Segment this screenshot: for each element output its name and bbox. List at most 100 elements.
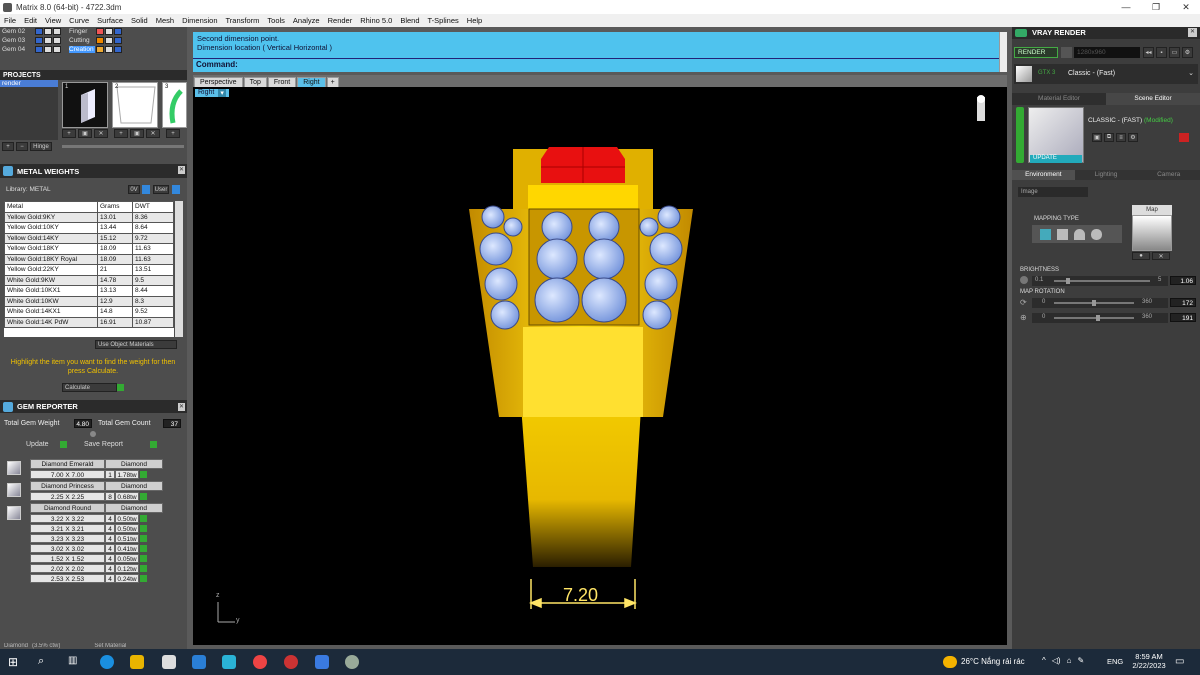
add-tab-icon[interactable]: +: [326, 77, 339, 87]
map-load-icon[interactable]: ●: [1132, 252, 1150, 260]
speaker-icon[interactable]: ◁): [1052, 656, 1061, 665]
mapping-planar-icon[interactable]: [1040, 228, 1051, 240]
tray-chevron-icon[interactable]: ^: [1042, 656, 1046, 665]
tab-environment[interactable]: Environment: [1012, 170, 1075, 180]
pen-icon[interactable]: ✎: [1077, 656, 1084, 665]
stop-icon[interactable]: ▪: [1156, 47, 1167, 58]
weather-icon[interactable]: [943, 656, 957, 668]
menu-tsplines[interactable]: T-Splines: [424, 16, 463, 25]
tab-top[interactable]: Top: [243, 77, 267, 87]
project-thumb-1[interactable]: 1: [62, 82, 108, 128]
project-thumb-3[interactable]: 3: [162, 82, 187, 128]
menu-curve[interactable]: Curve: [65, 16, 93, 25]
metal-row[interactable]: White Gold:14K PdW 16.91 10.87: [4, 316, 174, 328]
user-toggle-check[interactable]: [172, 185, 180, 194]
save-report-button[interactable]: Save Report: [84, 441, 123, 448]
language-indicator[interactable]: ENG: [1107, 657, 1123, 666]
delete-icon[interactable]: ✕: [94, 129, 108, 138]
mapping-box-icon[interactable]: [1057, 228, 1068, 240]
delete-icon[interactable]: ✕: [146, 129, 160, 138]
project-item[interactable]: render: [0, 80, 58, 87]
search-icon[interactable]: ⌕: [38, 655, 52, 669]
tab-lighting[interactable]: Lighting: [1074, 170, 1138, 180]
menu-dimension[interactable]: Dimension: [178, 16, 221, 25]
metal-row[interactable]: White Gold:14KX1 14.8 9.52: [4, 306, 174, 318]
menu-file[interactable]: File: [0, 16, 20, 25]
close-button[interactable]: ✕: [1172, 0, 1200, 14]
copy-icon[interactable]: ⧉: [1104, 133, 1114, 142]
file-explorer-icon[interactable]: [130, 655, 144, 669]
settings-icon[interactable]: ⚙: [1128, 133, 1138, 142]
chrome-icon[interactable]: [253, 655, 267, 669]
maximize-button[interactable]: ❐: [1142, 0, 1170, 14]
minimize-button[interactable]: —: [1112, 0, 1140, 14]
start-icon[interactable]: ⊞: [8, 655, 22, 669]
menu-transform[interactable]: Transform: [222, 16, 264, 25]
rotation-h-slider[interactable]: 0 360: [1032, 298, 1168, 308]
gem-row[interactable]: 2.25 X 2.25 8 0.68tw: [30, 491, 147, 501]
viewport[interactable]: Right ▾ 7.20 z y: [193, 87, 1007, 645]
calculate-go-icon[interactable]: [117, 384, 124, 391]
delete-material-icon[interactable]: [1179, 133, 1189, 142]
metal-row[interactable]: Yellow Gold:10KY 13.44 8.64: [4, 222, 174, 234]
task-view-icon[interactable]: ▥: [68, 655, 82, 669]
gem-layer-row[interactable]: Gem 02 Finger: [2, 27, 122, 35]
window-icon[interactable]: ▭: [1169, 47, 1180, 58]
preset-selector[interactable]: GTX 3 Classic - (Fast) ⌄: [1014, 64, 1198, 84]
list-icon[interactable]: ≡: [1116, 133, 1126, 142]
panel-close-icon[interactable]: ✕: [1188, 28, 1197, 37]
map-clear-icon[interactable]: ✕: [1152, 252, 1170, 260]
metal-row[interactable]: Yellow Gold:9KY 13.01 8.36: [4, 211, 174, 223]
rhino-icon[interactable]: [345, 655, 359, 669]
metal-row[interactable]: Yellow Gold:14KY 15.12 9.72: [4, 232, 174, 244]
tab-camera[interactable]: Camera: [1137, 170, 1200, 180]
use-object-materials-dropdown[interactable]: Use Object Materials: [95, 340, 177, 349]
project-scrollbar[interactable]: [62, 145, 184, 148]
add-icon[interactable]: +: [166, 129, 180, 138]
add-icon[interactable]: +: [62, 129, 76, 138]
save-icon[interactable]: ▣: [78, 129, 92, 138]
gem-row[interactable]: 3.23 X 3.23 4 0.51tw: [30, 533, 147, 543]
prev-icon[interactable]: ◂◂: [1143, 47, 1154, 58]
menu-view[interactable]: View: [41, 16, 65, 25]
gem-row[interactable]: 3.02 X 3.02 4 0.41tw: [30, 543, 147, 553]
calculate-button[interactable]: Calculate: [62, 383, 117, 392]
menu-rhino[interactable]: Rhino 5.0: [356, 16, 396, 25]
splitter-handle[interactable]: [90, 431, 96, 437]
menu-surface[interactable]: Surface: [93, 16, 127, 25]
zalo-icon[interactable]: [315, 655, 329, 669]
add-project-icon[interactable]: +: [2, 142, 14, 151]
oz-toggle[interactable]: 0V: [128, 185, 140, 194]
menu-help[interactable]: Help: [463, 16, 486, 25]
panel-close-icon[interactable]: ✕: [178, 403, 185, 411]
rotation-h-value[interactable]: 172: [1170, 298, 1196, 307]
edge-icon[interactable]: [100, 655, 114, 669]
mail-icon[interactable]: [192, 655, 206, 669]
tab-perspective[interactable]: Perspective: [194, 77, 243, 87]
gem-row[interactable]: 7.00 X 7.00 1 1.78tw: [30, 469, 147, 479]
menu-render[interactable]: Render: [324, 16, 357, 25]
gem-row[interactable]: 2.53 X 2.53 4 0.24tw: [30, 573, 147, 583]
hinge-button[interactable]: Hinge: [30, 142, 52, 151]
menu-tools[interactable]: Tools: [263, 16, 289, 25]
save-icon[interactable]: ▣: [1092, 133, 1102, 142]
update-material-button[interactable]: UPDATE: [1030, 155, 1082, 163]
weather-text[interactable]: 26°C Nắng rải rác: [961, 657, 1025, 666]
command-scrollbar[interactable]: [999, 32, 1007, 72]
update-button[interactable]: Update: [26, 441, 49, 448]
save-report-go-icon[interactable]: [150, 441, 157, 448]
map-preview[interactable]: [1132, 215, 1172, 251]
env-type-dropdown[interactable]: Image: [1018, 187, 1088, 197]
metal-row[interactable]: Yellow Gold:22KY 21 13.51: [4, 264, 174, 276]
menu-analyze[interactable]: Analyze: [289, 16, 324, 25]
resolution-field[interactable]: 1280x960: [1074, 47, 1140, 58]
brightness-value[interactable]: 1.06: [1170, 276, 1196, 285]
brightness-slider[interactable]: 0.1 5: [1032, 276, 1168, 286]
mapping-sphere-icon[interactable]: [1091, 228, 1102, 240]
user-toggle[interactable]: User: [153, 185, 169, 194]
metal-row[interactable]: White Gold:9KW 14.78 9.5: [4, 274, 174, 286]
command-input[interactable]: [243, 59, 993, 70]
mapping-dome-icon[interactable]: [1074, 228, 1085, 240]
update-go-icon[interactable]: [60, 441, 67, 448]
chrome-profile-icon[interactable]: [284, 655, 298, 669]
